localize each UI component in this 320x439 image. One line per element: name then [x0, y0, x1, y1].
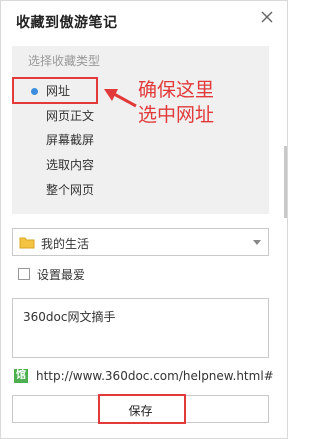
collect-type-panel: 选择收藏类型 网址 网页正文 屏幕截屏 选取内容 整个网页 — [12, 46, 269, 214]
close-icon — [261, 11, 273, 23]
type-item-label: 选取内容 — [46, 158, 95, 172]
collect-type-header: 选择收藏类型 — [28, 54, 101, 68]
close-button[interactable] — [258, 8, 276, 26]
type-item-full-page[interactable]: 整个网页 — [12, 178, 269, 202]
save-highlight-box — [98, 394, 186, 424]
favorite-checkbox-label: 设置最爱 — [37, 268, 86, 282]
favorite-checkbox[interactable] — [18, 268, 30, 280]
annotation-line-2: 选中网址 — [138, 104, 215, 126]
type-item-label: 屏幕截屏 — [46, 133, 95, 147]
scrollbar[interactable] — [284, 146, 287, 218]
type-item-label: 整个网页 — [46, 183, 95, 197]
link-icon: 馆 — [14, 369, 28, 383]
folder-select[interactable]: 我的生活 — [12, 228, 269, 256]
type-item-selection[interactable]: 选取内容 — [12, 153, 269, 177]
annotation-arrow-icon — [104, 89, 137, 108]
folder-icon — [19, 237, 35, 249]
annotation-text: 确保这里 选中网址 — [138, 78, 238, 128]
type-item-screenshot[interactable]: 屏幕截屏 — [12, 128, 269, 152]
folder-select-value: 我的生活 — [41, 237, 90, 251]
dialog-title: 收藏到傲游笔记 — [16, 15, 118, 31]
chevron-down-icon — [253, 240, 261, 245]
note-textarea[interactable]: 360doc网文摘手 — [12, 298, 269, 358]
type-item-label: 网页正文 — [46, 109, 95, 123]
url-highlight-box — [12, 77, 98, 104]
source-url: http://www.360doc.com/helpnew.html# — [36, 369, 274, 383]
annotation-line-1: 确保这里 — [138, 79, 215, 101]
